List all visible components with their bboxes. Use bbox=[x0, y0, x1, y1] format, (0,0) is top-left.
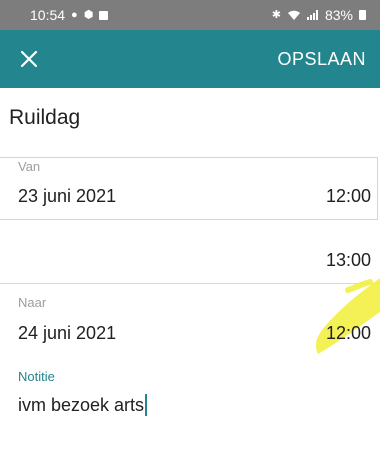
notitie-label: Notitie bbox=[18, 369, 55, 384]
signal-icon bbox=[306, 10, 318, 20]
van-time-field[interactable]: 12:00 bbox=[326, 186, 371, 207]
status-right: ✱ 83% bbox=[272, 7, 366, 23]
status-time: 10:54 bbox=[30, 7, 66, 23]
status-bar: 10:54 ● ⬢ ✱ 83% bbox=[0, 0, 380, 30]
notitie-input[interactable]: ivm bezoek arts bbox=[18, 392, 148, 418]
van-date-field[interactable]: 23 juni 2021 bbox=[18, 186, 116, 207]
bluetooth-icon: ✱ bbox=[271, 8, 281, 21]
naar-time-field[interactable]: 12:00 bbox=[326, 323, 371, 344]
app-bar: OPSLAAN bbox=[0, 30, 380, 88]
naar-label: Naar bbox=[18, 295, 47, 310]
notification-icon: ● bbox=[71, 8, 78, 21]
status-left: 10:54 ● ⬢ bbox=[30, 7, 109, 23]
save-button[interactable]: OPSLAAN bbox=[277, 49, 366, 70]
text-cursor bbox=[145, 394, 148, 416]
notitie-text: ivm bezoek arts bbox=[18, 394, 145, 415]
end-time-field[interactable]: 13:00 bbox=[326, 250, 371, 271]
battery-percentage: 83% bbox=[324, 7, 353, 23]
van-label: Van bbox=[18, 159, 41, 174]
battery-icon bbox=[359, 10, 366, 20]
yellow-highlight-mark bbox=[315, 278, 380, 354]
close-button[interactable] bbox=[18, 48, 40, 70]
message-icon bbox=[99, 10, 109, 20]
shift-type-field[interactable]: Ruildag bbox=[9, 106, 80, 130]
wifi-icon bbox=[287, 10, 300, 20]
naar-date-field[interactable]: 24 juni 2021 bbox=[18, 323, 116, 344]
close-icon bbox=[20, 50, 38, 68]
shield-icon: ⬢ bbox=[83, 8, 94, 21]
